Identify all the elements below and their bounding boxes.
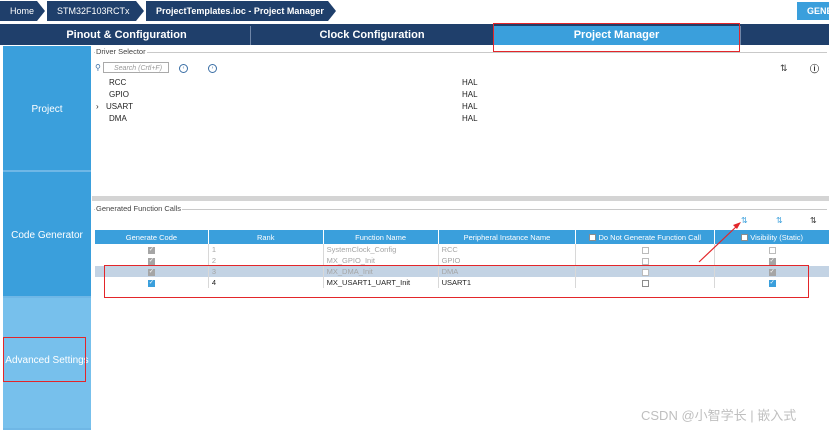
- annotation-arrow: [698, 222, 741, 263]
- watermark: CSDN @小智学长 | 嵌入式: [641, 408, 797, 423]
